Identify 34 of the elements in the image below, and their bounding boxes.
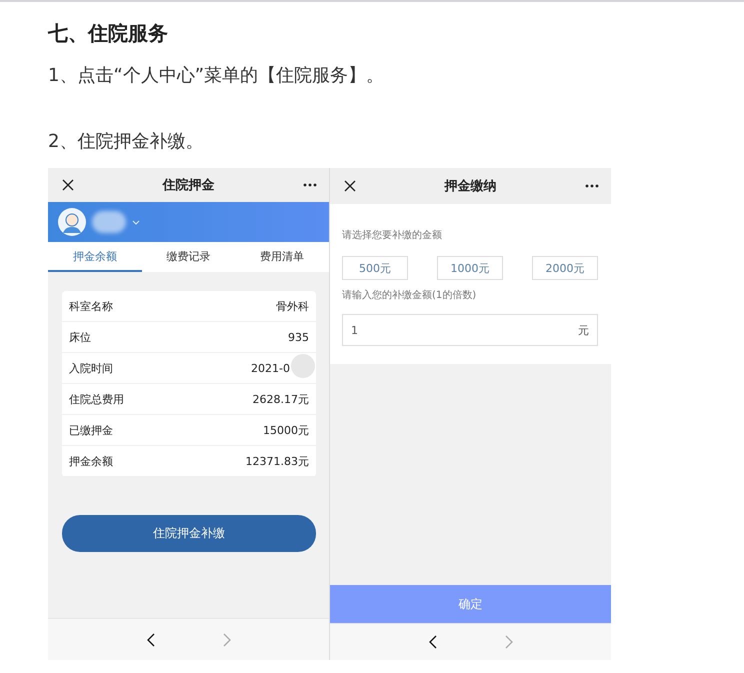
chevron-down-icon[interactable] [132,220,140,224]
row-label: 入院时间 [69,360,113,376]
section-heading: 七、住院服务 [48,20,169,47]
row-value: 2628.17元 [252,392,309,406]
amount-option[interactable]: 1000元 [437,256,503,280]
back-icon[interactable] [428,635,436,649]
row-label: 押金余额 [69,454,113,468]
prompt-text: 请输入您的补缴金额(1的倍数) [342,288,478,302]
step-text: 2、住院押金补缴。 [48,130,204,154]
row-value: 15000元 [263,422,309,438]
row-value: 12371.83元 [246,454,309,468]
nav-title: 住院押金 [161,176,216,194]
more-icon[interactable] [303,183,317,187]
amount-option[interactable]: 2000元 [532,256,598,280]
row-value: 骨外科 [276,298,309,314]
close-icon[interactable] [62,179,74,191]
row-label: 已缴押金 [69,422,113,438]
row-label: 住院总费用 [69,392,124,406]
more-icon[interactable] [585,184,599,188]
amount-field[interactable]: 1 元 [342,314,598,346]
row-label: 科室名称 [69,298,113,314]
amount-option[interactable]: 500元 [342,256,408,280]
confirm-button[interactable]: 确定 [330,585,611,623]
top-up-button[interactable]: 住院押金补缴 [62,515,316,552]
nav-title: 押金缴纳 [443,178,498,195]
redaction-blur [92,211,126,233]
step-text: 1、点击“个人中心”菜单的【住院服务】。 [48,64,386,88]
avatar-icon[interactable] [58,208,86,236]
prompt-text: 请选择您要补缴的金额 [342,228,443,242]
back-icon[interactable] [146,632,154,646]
close-icon[interactable] [344,180,356,192]
row-value: 2021-0 [251,362,290,374]
row-label: 床位 [69,330,91,344]
row-value: 935 [288,330,309,344]
